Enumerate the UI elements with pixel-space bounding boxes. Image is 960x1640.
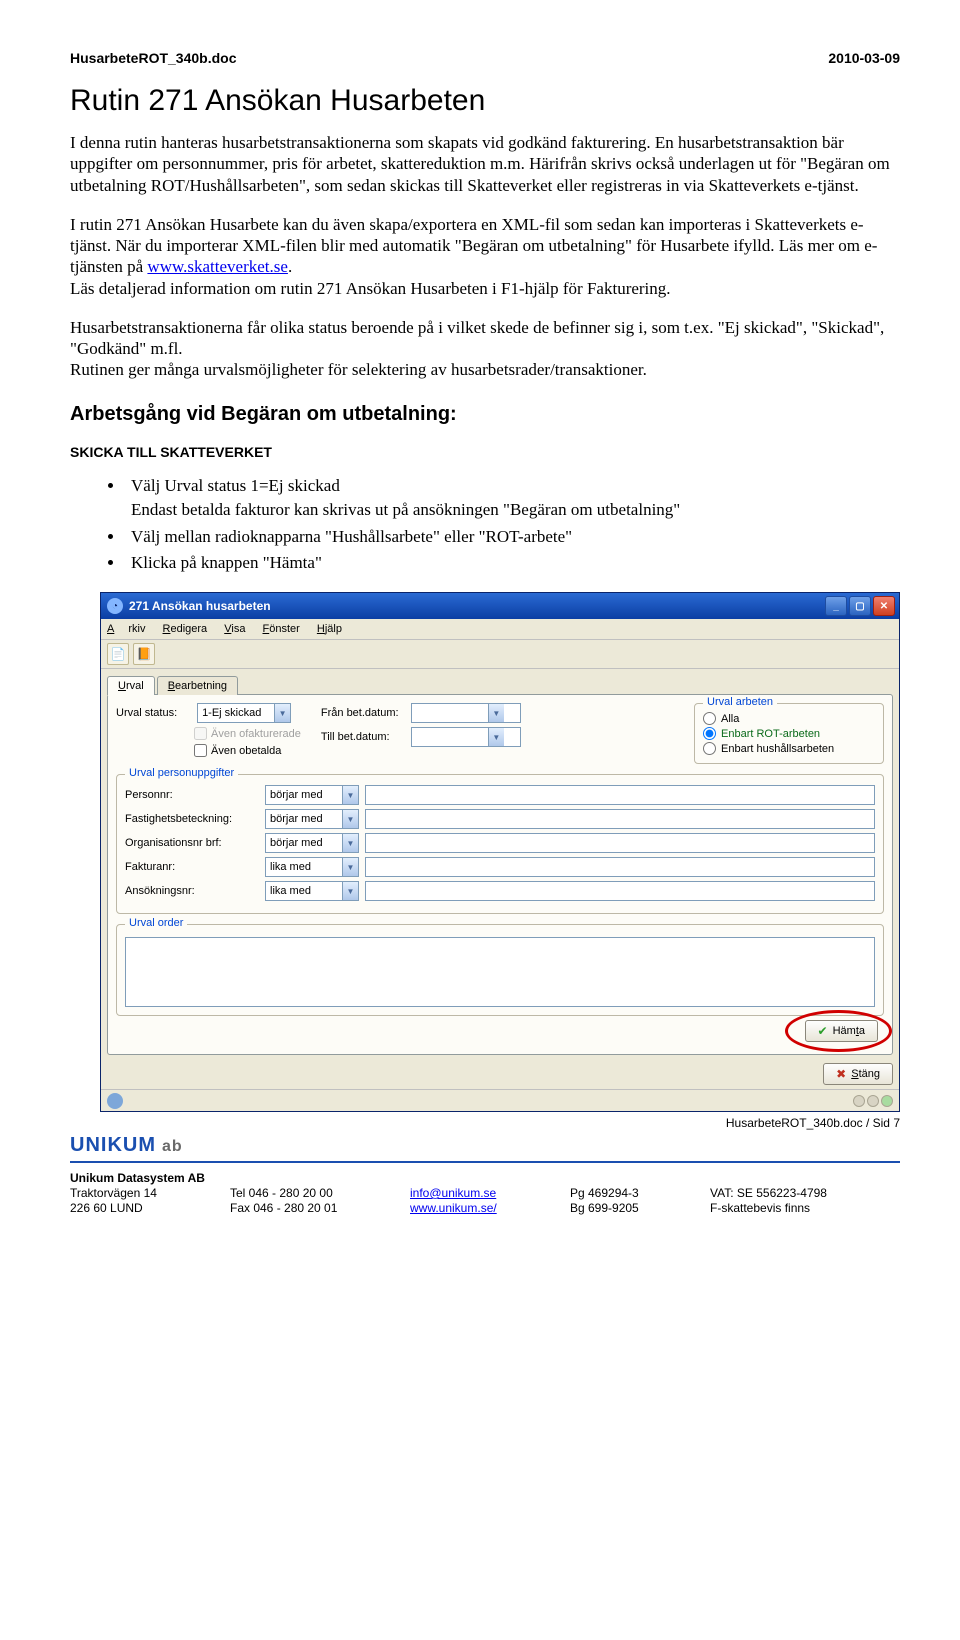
list-item: Välj Urval status 1=Ej skickadEndast bet… bbox=[125, 474, 900, 523]
panel-urval: Urval status: 1-Ej skickad ▼ Även ofaktu… bbox=[107, 694, 893, 1055]
fskatt: F-skattebevis finns bbox=[710, 1201, 870, 1215]
radio-group-arbeten: Urval arbeten Alla Enbart ROT-arbeten En… bbox=[694, 703, 884, 764]
chk-obetalda[interactable]: Även obetalda bbox=[194, 744, 301, 757]
chevron-down-icon: ▼ bbox=[342, 810, 358, 828]
paragraph-1: I denna rutin hanteras husarbetstransakt… bbox=[70, 132, 900, 196]
page-title: Rutin 271 Ansökan Husarbeten bbox=[70, 84, 900, 118]
pg: Pg 469294-3 bbox=[570, 1186, 710, 1200]
ansokningsnr-op[interactable]: lika med▼ bbox=[265, 881, 359, 901]
minimize-button[interactable]: _ bbox=[825, 596, 847, 616]
tel: Tel 046 - 280 20 00 bbox=[230, 1186, 410, 1200]
personnr-label: Personnr: bbox=[125, 789, 265, 801]
maximize-button[interactable]: ▢ bbox=[849, 596, 871, 616]
urval-status-dropdown[interactable]: 1-Ej skickad ▼ bbox=[197, 703, 291, 723]
personnr-input[interactable] bbox=[365, 785, 875, 805]
tabstrip: Urval Bearbetning bbox=[101, 669, 899, 694]
orgnr-input[interactable] bbox=[365, 833, 875, 853]
radio-alla[interactable]: Alla bbox=[703, 712, 875, 725]
orgnr-op[interactable]: börjar med▼ bbox=[265, 833, 359, 853]
menubar: Arkiv Redigera Visa Fönster Hjälp bbox=[101, 619, 899, 640]
toolbar: 📄 📙 bbox=[101, 640, 899, 669]
status-dots bbox=[853, 1095, 893, 1107]
date-column: Från bet.datum: ▼ Till bet.datum: ▼ bbox=[321, 703, 521, 751]
orgnr-label: Organisationsnr brf: bbox=[125, 837, 265, 849]
addr1: Traktorvägen 14 bbox=[70, 1186, 230, 1200]
skatteverket-link[interactable]: www.skatteverket.se bbox=[147, 257, 288, 276]
toolbar-new-icon[interactable]: 📄 bbox=[107, 643, 129, 665]
page-ref: HusarbeteROT_340b.doc / Sid 7 bbox=[70, 1116, 900, 1130]
list-item: Klicka på knappen "Hämta" bbox=[125, 551, 900, 576]
bg: Bg 699-9205 bbox=[570, 1201, 710, 1215]
app-icon: ◔ bbox=[107, 598, 123, 614]
fax: Fax 046 - 280 20 01 bbox=[230, 1201, 410, 1215]
window-title: 271 Ansökan husarbeten bbox=[129, 599, 825, 613]
chevron-down-icon: ▼ bbox=[342, 786, 358, 804]
vat: VAT: SE 556223-4798 bbox=[710, 1186, 870, 1200]
menu-redigera[interactable]: Redigera bbox=[163, 623, 208, 635]
close-icon: ✖ bbox=[836, 1067, 846, 1081]
ansokningsnr-input[interactable] bbox=[365, 881, 875, 901]
chevron-down-icon: ▼ bbox=[342, 834, 358, 852]
company-name: Unikum Datasystem AB bbox=[70, 1171, 870, 1185]
fakturanr-input[interactable] bbox=[365, 857, 875, 877]
fastighet-op[interactable]: börjar med▼ bbox=[265, 809, 359, 829]
menu-arkiv[interactable]: Arkiv bbox=[107, 623, 145, 635]
radio-rot[interactable]: Enbart ROT-arbeten bbox=[703, 727, 875, 740]
statusbar bbox=[101, 1089, 899, 1111]
web-link[interactable]: www.unikum.se/ bbox=[410, 1201, 497, 1215]
till-datum-dropdown[interactable]: ▼ bbox=[411, 727, 521, 747]
addr2: 226 60 LUND bbox=[70, 1201, 230, 1215]
till-datum-label: Till bet.datum: bbox=[321, 731, 411, 743]
fastighet-input[interactable] bbox=[365, 809, 875, 829]
stang-button[interactable]: ✖Stäng bbox=[823, 1063, 893, 1085]
radio-legend: Urval arbeten bbox=[703, 696, 777, 708]
chevron-down-icon: ▼ bbox=[488, 704, 504, 722]
subsection-heading: SKICKA TILL SKATTEVERKET bbox=[70, 444, 900, 460]
fran-datum-label: Från bet.datum: bbox=[321, 707, 411, 719]
email-link[interactable]: info@unikum.se bbox=[410, 1186, 496, 1200]
tab-urval[interactable]: Urval bbox=[107, 676, 155, 695]
footer-grid: Unikum Datasystem AB Traktorvägen 14 Tel… bbox=[70, 1171, 900, 1215]
section-heading: Arbetsgång vid Begäran om utbetalning: bbox=[70, 403, 900, 426]
fran-datum-dropdown[interactable]: ▼ bbox=[411, 703, 521, 723]
fieldset-personuppgifter: Urval personuppgifter Personnr: börjar m… bbox=[116, 774, 884, 914]
app-window: ◔ 271 Ansökan husarbeten _ ▢ ✕ Arkiv Red… bbox=[100, 592, 900, 1112]
paragraph-3: Husarbetstransaktionerna får olika statu… bbox=[70, 317, 900, 381]
urval-status-label: Urval status: bbox=[116, 707, 194, 719]
bullet-list: Välj Urval status 1=Ej skickadEndast bet… bbox=[125, 474, 900, 577]
chevron-down-icon: ▼ bbox=[488, 728, 504, 746]
doc-date: 2010-03-09 bbox=[828, 50, 900, 66]
ansokningsnr-label: Ansökningsnr: bbox=[125, 885, 265, 897]
fastighet-label: Fastighetsbeteckning: bbox=[125, 813, 265, 825]
menu-visa[interactable]: Visa bbox=[224, 623, 245, 635]
hamta-button[interactable]: ✔Hämta bbox=[805, 1020, 878, 1042]
menu-hjalp[interactable]: Hjälp bbox=[317, 623, 342, 635]
chevron-down-icon: ▼ bbox=[342, 858, 358, 876]
doc-name: HusarbeteROT_340b.doc bbox=[70, 50, 237, 66]
chevron-down-icon: ▼ bbox=[274, 704, 290, 722]
brand-logo: UNIKUMab bbox=[70, 1134, 900, 1157]
toolbar-book-icon[interactable]: 📙 bbox=[133, 643, 155, 665]
tab-bearbetning[interactable]: Bearbetning bbox=[157, 676, 238, 695]
chevron-down-icon: ▼ bbox=[342, 882, 358, 900]
fieldset-order: Urval order bbox=[116, 924, 884, 1016]
paragraph-2: I rutin 271 Ansökan Husarbete kan du äve… bbox=[70, 214, 900, 299]
radio-hushall[interactable]: Enbart hushållsarbeten bbox=[703, 742, 875, 755]
list-item: Välj mellan radioknapparna "Hushållsarbe… bbox=[125, 525, 900, 550]
order-listbox[interactable] bbox=[125, 937, 875, 1007]
fakturanr-op[interactable]: lika med▼ bbox=[265, 857, 359, 877]
status-column: Urval status: 1-Ej skickad ▼ Även ofaktu… bbox=[116, 703, 301, 757]
chk-ofakturerade[interactable]: Även ofakturerade bbox=[194, 727, 301, 740]
titlebar: ◔ 271 Ansökan husarbeten _ ▢ ✕ bbox=[101, 593, 899, 619]
status-icon bbox=[107, 1093, 123, 1109]
personnr-op[interactable]: börjar med▼ bbox=[265, 785, 359, 805]
window-close-button[interactable]: ✕ bbox=[873, 596, 895, 616]
menu-fonster[interactable]: Fönster bbox=[263, 623, 300, 635]
check-icon: ✔ bbox=[818, 1024, 828, 1038]
fakturanr-label: Fakturanr: bbox=[125, 861, 265, 873]
